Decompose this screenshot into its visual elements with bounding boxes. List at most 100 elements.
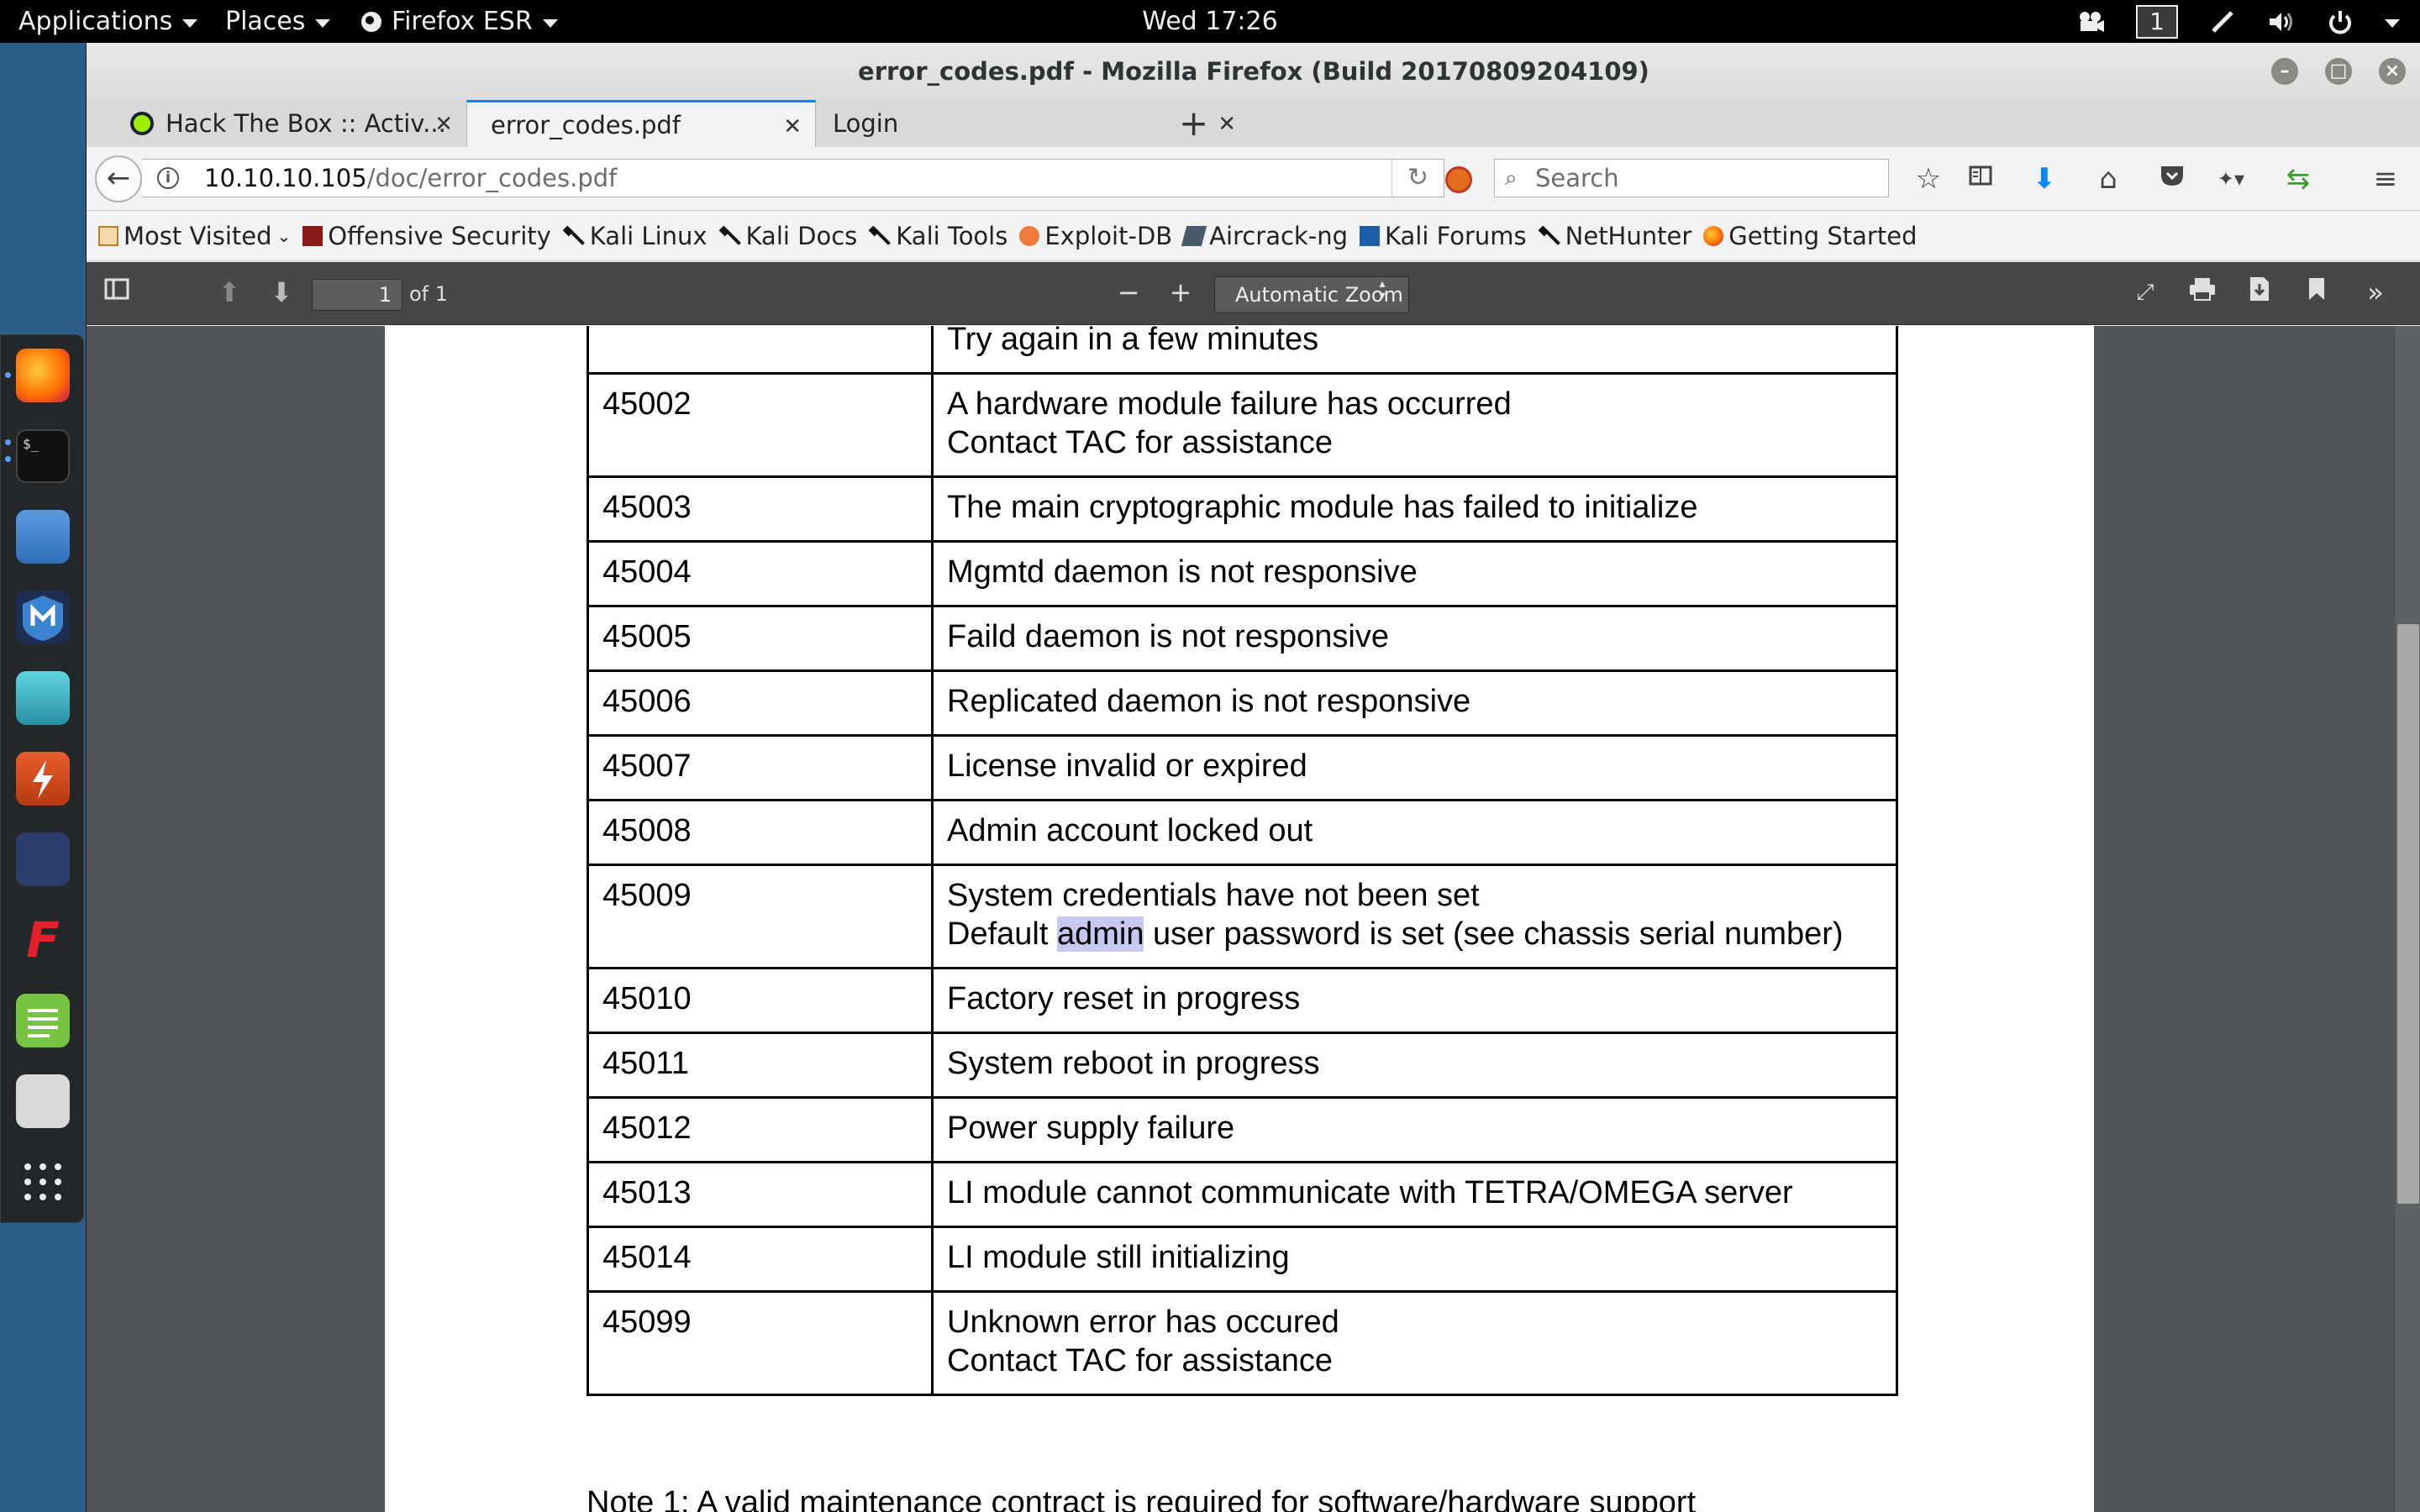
maximize-button[interactable]: □: [2325, 58, 2352, 85]
close-tab-icon[interactable]: ✕: [1218, 112, 1236, 137]
navigation-toolbar: ← i 10.10.10.105/doc/error_codes.pdf ↻ ⌕…: [87, 147, 2420, 211]
tab-hackthebox[interactable]: Hack The Box :: Activ... ✕: [107, 100, 466, 147]
description-line: LI module still initializing: [947, 1240, 1290, 1275]
noscript-icon[interactable]: [1445, 166, 1472, 193]
close-tab-icon[interactable]: ✕: [434, 112, 453, 137]
chevron-down-icon[interactable]: [2385, 18, 2400, 28]
hackthebox-favicon-icon: [130, 112, 154, 135]
bookmark-label: Offensive Security: [328, 221, 551, 250]
dock: $_ F: [0, 334, 84, 1223]
settings-launcher-icon[interactable]: [16, 1074, 70, 1128]
tab-bar: Hack The Box :: Activ... ✕ error_codes.p…: [87, 100, 2420, 147]
proxy-switch-icon[interactable]: ⇆: [2280, 160, 2317, 197]
bookmark-exploit-db[interactable]: Exploit-DB: [1019, 222, 1172, 250]
bookmark-aircrack-ng[interactable]: Aircrack-ng: [1181, 221, 1348, 250]
page-note: Note 1: A valid maintenance contract is …: [587, 1485, 1697, 1512]
power-icon[interactable]: [2326, 9, 2354, 34]
presentation-mode-icon[interactable]: ⤢: [2128, 276, 2162, 309]
bookmark-label: Aircrack-ng: [1209, 221, 1348, 250]
error-code-cell: 45013: [587, 1161, 934, 1228]
sidebar-toggle-icon[interactable]: [100, 276, 134, 309]
zoom-select[interactable]: Automatic Zoom: [1214, 276, 1409, 313]
error-description-cell: A hardware module failure has occurred Co…: [931, 372, 1898, 478]
workspace-indicator[interactable]: 1: [2136, 4, 2178, 39]
beef-launcher-icon[interactable]: [16, 832, 70, 886]
kali-dragon-icon: [869, 225, 891, 247]
reading-list-icon[interactable]: [1962, 160, 1999, 197]
close-window-button[interactable]: ×: [2379, 58, 2406, 85]
tab-error-codes[interactable]: error_codes.pdf ✕: [466, 100, 816, 147]
bookmark-kali-linux[interactable]: Kali Linux: [563, 222, 708, 250]
close-tab-icon[interactable]: ✕: [783, 114, 802, 139]
next-page-icon[interactable]: ⬇: [265, 276, 298, 309]
error-codes-table: Try again in a few minutes 45002 A hardwar…: [587, 326, 1898, 1396]
pdf-page: Try again in a few minutes 45002 A hardwar…: [385, 326, 2094, 1512]
firefox-launcher-icon[interactable]: [16, 349, 70, 402]
bookmark-getting-started[interactable]: Getting Started: [1703, 222, 1917, 250]
description-line: Mgmtd daemon is not responsive: [947, 554, 1418, 590]
page-number-input[interactable]: 1: [312, 279, 402, 311]
pdf-viewer[interactable]: Try again in a few minutes 45002 A hardwar…: [87, 326, 2420, 1512]
files-launcher-icon[interactable]: [16, 510, 70, 564]
reload-icon[interactable]: ↻: [1392, 160, 1444, 197]
zoom-out-icon[interactable]: −: [1112, 276, 1145, 309]
pen-icon[interactable]: [2208, 9, 2237, 34]
error-code-cell: 45099: [587, 1290, 934, 1396]
clock[interactable]: Wed 17:26: [0, 0, 2420, 43]
error-code-cell: 45002: [587, 372, 934, 478]
search-icon: ⌕: [1505, 165, 1518, 191]
metasploit-launcher-icon[interactable]: [16, 591, 70, 644]
tools-menu-icon[interactable]: »: [2357, 276, 2394, 309]
home-icon[interactable]: ⌂: [2090, 160, 2127, 197]
print-icon[interactable]: [2186, 276, 2219, 309]
bookmark-star-icon[interactable]: ☆: [1910, 160, 1947, 197]
notes-launcher-icon[interactable]: [16, 994, 70, 1047]
description-line: System credentials have not been set: [947, 878, 1480, 913]
description-line: The main cryptographic module has failed…: [947, 490, 1698, 525]
save-download-icon[interactable]: [2243, 276, 2276, 309]
previous-page-icon[interactable]: ⬆: [213, 276, 246, 309]
table-row: 45004 Mgmtd daemon is not responsive: [587, 540, 1898, 607]
table-row: 45014 LI module still initializing: [587, 1226, 1898, 1293]
url-path: /doc/error_codes.pdf: [366, 164, 618, 192]
bookmark-offensive-security[interactable]: Offensive Security: [302, 222, 551, 250]
bookmark-nethunter[interactable]: NetHunter: [1539, 222, 1692, 250]
description-line: System reboot in progress: [947, 1046, 1320, 1081]
foxyproxy-icon[interactable]: ✦▾: [2212, 160, 2249, 197]
show-apps-grid-icon[interactable]: [16, 1155, 70, 1209]
running-indicator: [5, 372, 11, 378]
scrollbar-thumb[interactable]: [2397, 624, 2419, 1204]
bookmark-view-icon[interactable]: [2300, 276, 2333, 309]
window-titlebar[interactable]: error_codes.pdf - Mozilla Firefox (Build…: [87, 43, 2420, 100]
bookmark-most-visited[interactable]: Most Visited ⌄: [98, 222, 291, 250]
pocket-icon[interactable]: [2154, 160, 2191, 197]
zoom-in-icon[interactable]: +: [1164, 276, 1197, 309]
back-button[interactable]: ←: [95, 155, 142, 202]
terminal-launcher-icon[interactable]: $_: [16, 429, 70, 483]
armitage-launcher-icon[interactable]: [16, 671, 70, 725]
minimize-button[interactable]: –: [2271, 58, 2298, 85]
error-description-cell: Mgmtd daemon is not responsive: [931, 540, 1898, 607]
volume-icon[interactable]: [2267, 9, 2296, 34]
faraday-launcher-icon[interactable]: F: [16, 913, 70, 967]
bookmark-kali-docs[interactable]: Kali Docs: [719, 222, 858, 250]
firefox-icon: [1703, 225, 1724, 246]
new-tab-button[interactable]: +: [1179, 103, 1208, 144]
burpsuite-launcher-icon[interactable]: [16, 752, 70, 806]
kali-dragon-icon: [563, 225, 585, 247]
bookmark-label: Most Visited: [124, 221, 272, 250]
search-input[interactable]: ⌕ Search: [1494, 159, 1889, 197]
url-bar[interactable]: i 10.10.10.105/doc/error_codes.pdf ↻: [142, 159, 1444, 197]
download-icon[interactable]: ⬇: [2026, 160, 2063, 197]
bookmark-kali-tools[interactable]: Kali Tools: [869, 222, 1007, 250]
hamburger-menu-icon[interactable]: ≡: [2367, 160, 2404, 197]
scrollbar[interactable]: [2396, 326, 2420, 1512]
site-info-icon[interactable]: i: [157, 167, 179, 189]
bookmark-kali-forums[interactable]: Kali Forums: [1359, 222, 1527, 250]
video-camera-icon[interactable]: [2077, 9, 2106, 34]
aircrack-icon: [1181, 225, 1207, 246]
tab-label: Login: [833, 109, 899, 138]
error-code-cell: 45003: [587, 475, 934, 543]
table-row: 45008 Admin account locked out: [587, 799, 1898, 866]
table-row: Try again in a few minutes: [587, 326, 1898, 375]
